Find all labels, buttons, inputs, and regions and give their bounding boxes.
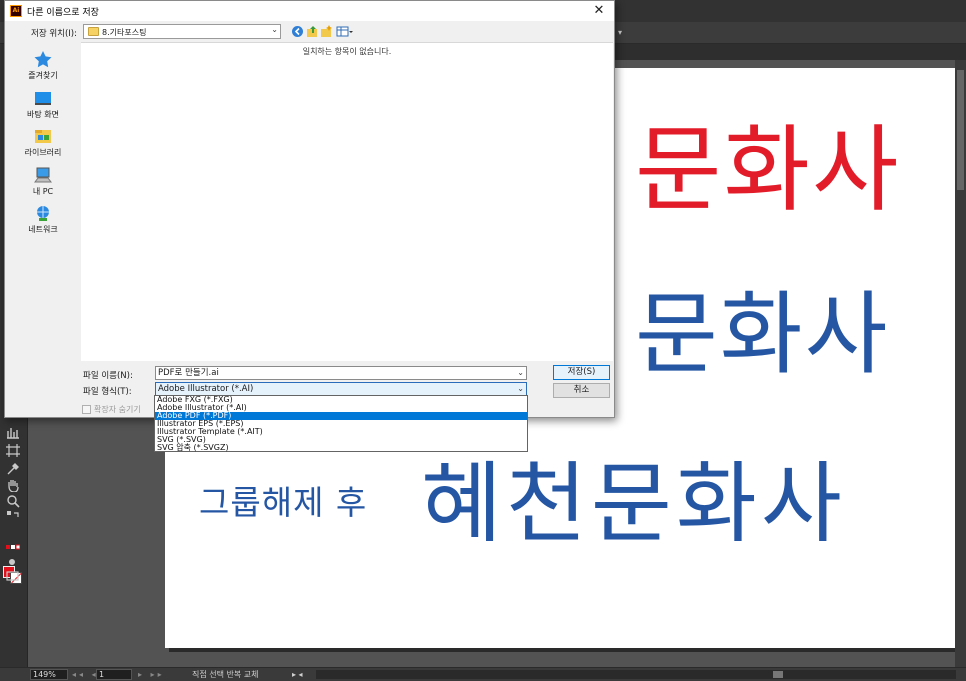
status-bar: 149% ◂◂ ◂ 1 ▸ ▸▸ 직접 선택 반복 교체 ▸ ◂	[0, 667, 966, 681]
network-icon	[33, 204, 53, 222]
place-label: 바탕 화면	[27, 110, 59, 119]
back-icon[interactable]	[291, 25, 304, 38]
hide-extension-checkbox[interactable]	[82, 405, 91, 414]
screen-mode-icon[interactable]	[5, 570, 21, 584]
color-mode-icon[interactable]	[5, 542, 21, 556]
filetype-select[interactable]: Adobe Illustrator (*.AI) ⌄	[155, 382, 527, 396]
artwork-red-text[interactable]: 문화사	[635, 124, 900, 218]
place-quick-access[interactable]: 즐겨찾기	[6, 50, 80, 81]
library-icon	[33, 127, 53, 145]
save-in-dropdown[interactable]: 8.기타포스팅 ⌄	[83, 24, 281, 39]
new-folder-icon[interactable]	[320, 25, 333, 38]
filetype-label: 파일 형식(T):	[83, 387, 132, 397]
place-this-pc[interactable]: 내 PC	[6, 166, 80, 197]
horizontal-scrollbar[interactable]	[316, 670, 956, 679]
artboard-tool-icon[interactable]	[5, 444, 21, 458]
places-bar: 즐겨찾기 바탕 화면 라이브러리 내 PC 네트워크	[6, 42, 80, 362]
chevron-down-icon[interactable]: ⌄	[517, 383, 524, 395]
swap-colors-icon[interactable]	[5, 510, 21, 524]
close-button[interactable]: ✕	[585, 1, 613, 21]
save-button[interactable]: 저장(S)	[553, 365, 610, 380]
filename-input[interactable]: PDF로 만들기.ai ⌄	[155, 366, 527, 380]
artwork-caption-text[interactable]: 그룹해제 후	[199, 486, 367, 519]
file-list-view[interactable]: 일치하는 항목이 없습니다.	[81, 42, 613, 361]
folder-icon	[88, 27, 99, 36]
status-tool-text: 직접 선택 반복 교체	[192, 670, 259, 679]
filetype-option[interactable]: SVG 압축 (*.SVGZ)	[155, 444, 527, 452]
status-menu-arrow-icon[interactable]: ▸ ◂	[292, 669, 303, 680]
dialog-titlebar[interactable]: Ai 다른 이름으로 저장 ✕	[5, 1, 614, 21]
view-menu-icon[interactable]	[336, 25, 354, 38]
chevron-down-icon[interactable]: ⌄	[271, 25, 278, 34]
place-network[interactable]: 네트워크	[6, 204, 80, 235]
artboard-next-nav-icon[interactable]: ▸ ▸▸	[138, 669, 165, 680]
draw-mode-icon[interactable]	[5, 556, 21, 570]
star-icon	[33, 50, 53, 68]
zoom-tool-icon[interactable]	[5, 495, 21, 509]
save-in-label: 저장 위치(I):	[31, 29, 77, 39]
current-folder-name: 8.기타포스팅	[102, 28, 147, 37]
save-as-dialog: Ai 다른 이름으로 저장 ✕ 저장 위치(I): 8.기타포스팅 ⌄ 즐겨찾기…	[4, 0, 615, 418]
hide-extension-label: 확장자 숨기기	[94, 405, 141, 414]
filename-label: 파일 이름(N):	[83, 371, 133, 381]
horizontal-scroll-thumb[interactable]	[773, 671, 783, 678]
filetype-dropdown-list: Adobe FXG (*.FXG) Adobe Illustrator (*.A…	[154, 395, 528, 452]
place-libraries[interactable]: 라이브러리	[6, 127, 80, 158]
computer-icon	[33, 166, 53, 184]
filename-value: PDF로 만들기.ai	[158, 368, 219, 378]
cancel-button[interactable]: 취소	[553, 383, 610, 398]
place-desktop[interactable]: 바탕 화면	[6, 89, 80, 120]
empty-folder-message: 일치하는 항목이 없습니다.	[302, 47, 392, 56]
artboard-prev-nav-icon[interactable]: ◂◂ ◂	[72, 669, 99, 680]
place-label: 네트워크	[28, 225, 58, 234]
vertical-scroll-thumb[interactable]	[957, 70, 964, 190]
column-graph-tool-icon[interactable]	[5, 426, 21, 440]
place-label: 내 PC	[32, 187, 54, 196]
artwork-big-text[interactable]: 혜천문화사	[421, 460, 846, 548]
chevron-down-icon[interactable]: ⌄	[517, 367, 524, 379]
control-panel-dropdown-icon[interactable]: ▾	[618, 28, 622, 37]
artboard-number-field[interactable]: 1	[96, 669, 132, 680]
filetype-option[interactable]: Illustrator Template (*.AIT)	[155, 428, 527, 436]
desktop-icon	[33, 89, 53, 107]
artwork-blue-text[interactable]: 문화사	[635, 290, 889, 380]
zoom-level-field[interactable]: 149%	[30, 669, 68, 680]
dialog-title: 다른 이름으로 저장	[27, 8, 99, 18]
hand-tool-icon[interactable]	[5, 479, 21, 493]
eyedropper-tool-icon[interactable]	[5, 462, 21, 476]
illustrator-app-icon: Ai	[10, 5, 22, 17]
filetype-value: Adobe Illustrator (*.AI)	[158, 384, 254, 394]
place-label: 라이브러리	[24, 148, 62, 157]
up-folder-icon[interactable]	[306, 25, 319, 38]
vertical-scrollbar[interactable]	[955, 60, 966, 668]
place-label: 즐겨찾기	[28, 71, 58, 80]
